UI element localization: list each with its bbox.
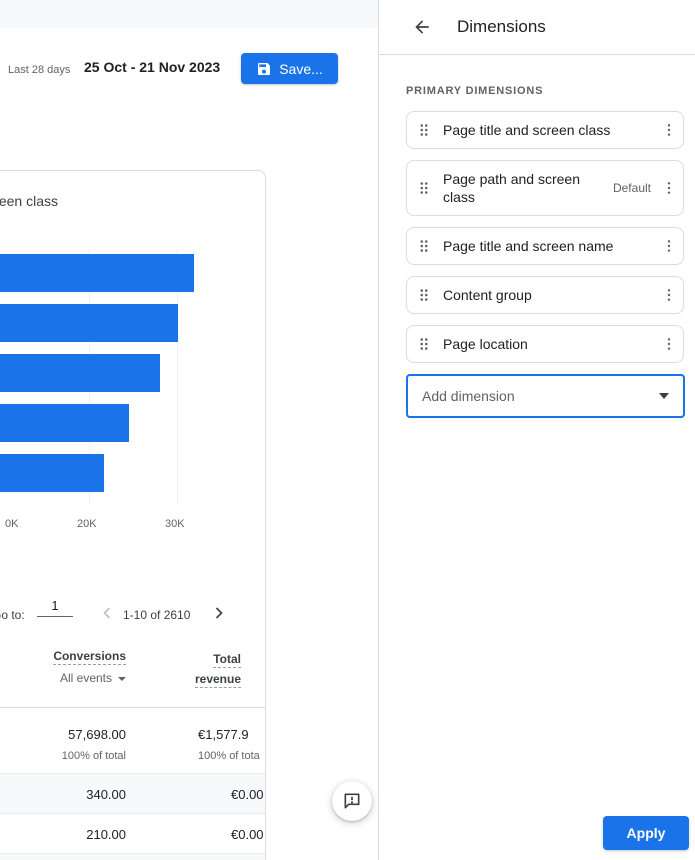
cell-revenue: €0.00 bbox=[231, 787, 265, 802]
bar-chart-bars bbox=[0, 254, 194, 504]
drag-handle-icon[interactable] bbox=[415, 335, 435, 353]
save-button[interactable]: Save... bbox=[241, 53, 338, 84]
pagination-range-text: 1-10 of 2610 bbox=[123, 608, 190, 622]
totals-conversions: 57,698.00 bbox=[26, 727, 126, 742]
report-card: Page title and screen class 0K 20K 30K G… bbox=[0, 170, 266, 860]
drag-handle-icon[interactable] bbox=[415, 237, 435, 255]
back-arrow-icon bbox=[412, 17, 432, 37]
next-page-button[interactable] bbox=[209, 603, 229, 626]
panel-title: Dimensions bbox=[457, 17, 546, 37]
more-options-icon[interactable] bbox=[659, 178, 679, 198]
cell-conversions: 210.00 bbox=[26, 827, 126, 842]
table-row: 210.00 €0.00 bbox=[0, 813, 265, 853]
x-axis-tick: 0K bbox=[5, 518, 18, 530]
x-axis-tick: 30K bbox=[165, 518, 185, 530]
dimension-item[interactable]: Page path and screen class Default bbox=[406, 160, 684, 216]
dimension-label: Content group bbox=[443, 286, 659, 304]
feedback-icon bbox=[342, 791, 362, 811]
feedback-button[interactable] bbox=[332, 781, 372, 821]
save-button-label: Save... bbox=[279, 61, 323, 77]
primary-dimensions-section-label: PRIMARY DIMENSIONS bbox=[406, 85, 695, 97]
more-options-icon[interactable] bbox=[659, 334, 679, 354]
column-header-total-revenue[interactable]: Total revenue bbox=[161, 649, 241, 689]
dimension-label: Page title and screen class bbox=[443, 121, 659, 139]
add-dimension-dropdown[interactable]: Add dimension bbox=[406, 374, 685, 418]
dimension-label: Page title and screen name bbox=[443, 237, 659, 255]
previous-page-button[interactable] bbox=[97, 603, 117, 626]
totals-conversions-pct: 100% of total bbox=[26, 750, 126, 762]
goto-page-label: Go to: bbox=[0, 608, 25, 622]
conversions-event-filter[interactable]: All events bbox=[26, 671, 126, 685]
cell-conversions: 340.00 bbox=[26, 787, 126, 802]
dimension-list: Page title and screen class Page path an… bbox=[406, 111, 684, 363]
more-options-icon[interactable] bbox=[659, 285, 679, 305]
goto-page-input[interactable] bbox=[37, 595, 73, 617]
bar bbox=[0, 354, 160, 392]
dimension-item[interactable]: Content group bbox=[406, 276, 684, 314]
table-row: 340.00 €0.00 bbox=[0, 773, 265, 813]
top-header-strip bbox=[0, 0, 378, 28]
chart-title: Page title and screen class bbox=[0, 193, 58, 209]
apply-button[interactable]: Apply bbox=[603, 816, 689, 850]
dimension-item[interactable]: Page title and screen name bbox=[406, 227, 684, 265]
back-button[interactable] bbox=[412, 17, 432, 37]
default-badge: Default bbox=[613, 181, 659, 195]
column-header-conversions[interactable]: Conversions bbox=[26, 649, 126, 663]
cell-revenue: €0.00 bbox=[231, 827, 265, 842]
dimension-label: Page path and screen class bbox=[443, 170, 593, 206]
totals-revenue-pct: 100% of total bbox=[198, 750, 260, 762]
chevron-down-icon bbox=[659, 393, 669, 399]
bar bbox=[0, 304, 178, 342]
more-options-icon[interactable] bbox=[659, 120, 679, 140]
x-axis-tick: 20K bbox=[77, 518, 97, 530]
dimension-item[interactable]: Page location bbox=[406, 325, 684, 363]
dimension-item[interactable]: Page title and screen class bbox=[406, 111, 684, 149]
date-range-picker[interactable]: 25 Oct - 21 Nov 2023 bbox=[84, 59, 220, 75]
drag-handle-icon[interactable] bbox=[415, 121, 435, 139]
dropdown-caret-icon bbox=[118, 677, 126, 681]
dimensions-panel: Dimensions PRIMARY DIMENSIONS Page title… bbox=[378, 0, 695, 860]
bar bbox=[0, 454, 104, 492]
table-header-divider bbox=[0, 707, 265, 708]
drag-handle-icon[interactable] bbox=[415, 286, 435, 304]
bar bbox=[0, 254, 194, 292]
panel-header: Dimensions bbox=[379, 0, 695, 55]
bar bbox=[0, 404, 129, 442]
totals-revenue: €1,577.9 bbox=[198, 727, 249, 742]
date-range-preset-label: Last 28 days bbox=[8, 64, 70, 76]
drag-handle-icon[interactable] bbox=[415, 179, 435, 197]
save-icon bbox=[256, 61, 272, 77]
more-options-icon[interactable] bbox=[659, 236, 679, 256]
add-dimension-placeholder: Add dimension bbox=[422, 388, 659, 404]
table-row bbox=[0, 853, 265, 860]
dimension-label: Page location bbox=[443, 335, 659, 353]
